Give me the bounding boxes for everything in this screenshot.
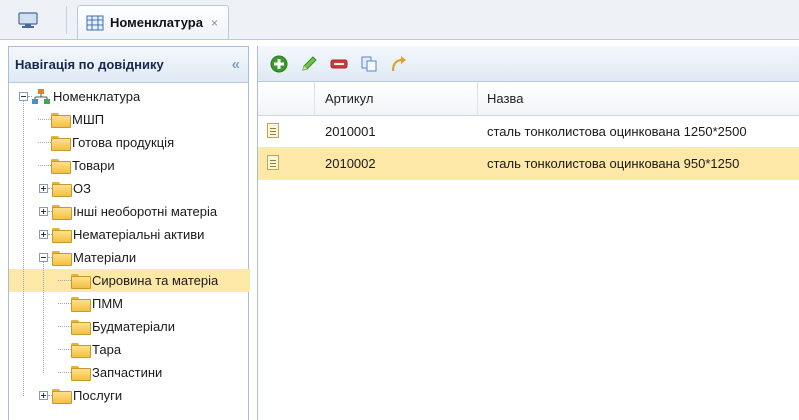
copy-icon (361, 56, 377, 71)
collapse-node-icon[interactable] (39, 253, 48, 262)
tree-item[interactable]: Товари (9, 154, 250, 177)
tree-connector (58, 349, 71, 350)
tree-item-label: Товари (72, 158, 115, 173)
tree-item-label: Послуги (73, 388, 123, 403)
tree-item-label: Номенклатура (53, 89, 141, 104)
tab-bar: Номенклатура × (0, 0, 799, 40)
home-button[interactable] (8, 6, 48, 34)
monitor-icon (18, 11, 38, 28)
expand-icon[interactable] (39, 230, 48, 239)
document-icon (267, 123, 279, 138)
folder-icon (51, 159, 71, 174)
document-icon (267, 155, 279, 170)
main-panel: Артикул Назва 2010001 сталь тонколистова … (257, 46, 799, 420)
tree-connector (38, 142, 51, 143)
tree-item-label: Інші необоротні матеріа (73, 204, 218, 219)
cell-article: 2010001 (325, 124, 376, 139)
folder-icon (71, 320, 91, 335)
tree-item-label: Матеріали (73, 250, 137, 265)
plus-circle-icon (270, 55, 288, 72)
move-button[interactable] (390, 55, 408, 73)
cell-name: сталь тонколистова оцинкована 950*1250 (487, 156, 740, 171)
folder-icon (52, 182, 72, 197)
tree-item[interactable]: ПММ (9, 292, 250, 315)
pencil-icon (302, 55, 317, 71)
tree-item[interactable]: Послуги (9, 384, 250, 407)
navigation-title: Навігація по довіднику (15, 57, 164, 72)
tab-nomenclature[interactable]: Номенклатура × (77, 5, 229, 39)
column-separator (477, 82, 478, 116)
tab-label: Номенклатура (110, 15, 203, 30)
tree-item[interactable]: Сировина та матеріа (9, 269, 250, 292)
expand-icon[interactable] (39, 184, 48, 193)
tree-item-label: Сировина та матеріа (92, 273, 219, 288)
copy-button[interactable] (360, 55, 378, 73)
folder-icon (52, 251, 72, 266)
folder-icon (71, 274, 91, 289)
tree-connector (58, 372, 71, 373)
hierarchy-icon (32, 89, 50, 104)
tree-item-label: Тара (92, 342, 122, 357)
grid-header: Артикул Назва (258, 82, 799, 116)
cell-article: 2010002 (325, 156, 376, 171)
expand-icon[interactable] (39, 207, 48, 216)
folder-icon (71, 366, 91, 381)
tree-item[interactable]: Номенклатура (9, 85, 250, 108)
cell-name: сталь тонколистова оцинкована 1250*2500 (487, 124, 747, 139)
tree-connector (58, 280, 71, 281)
column-header-article[interactable]: Артикул (325, 91, 373, 106)
tree-connector (38, 119, 51, 120)
tree-item-label: ПММ (92, 296, 124, 311)
add-button[interactable] (270, 55, 288, 73)
tree-item-label: Запчастини (92, 365, 163, 380)
folder-icon (71, 297, 91, 312)
column-header-name[interactable]: Назва (487, 91, 523, 106)
navigation-panel: Навігація по довіднику « Номенклатура МШП… (8, 46, 250, 420)
tree-connector (23, 101, 24, 396)
tree-item-label: МШП (72, 112, 105, 127)
expand-icon[interactable] (39, 391, 48, 400)
tree-item[interactable]: Запчастини (9, 361, 250, 384)
tree-item[interactable]: Будматеріали (9, 315, 250, 338)
tree-connector (38, 165, 51, 166)
tree-item-label: Готова продукція (72, 135, 175, 150)
folder-icon (51, 113, 71, 128)
toolbar (258, 46, 799, 82)
tree-item[interactable]: Готова продукція (9, 131, 250, 154)
column-separator (314, 82, 315, 116)
folder-icon (52, 205, 72, 220)
close-icon[interactable]: × (211, 16, 218, 30)
tree-item-label: ОЗ (73, 181, 91, 196)
folder-icon (52, 389, 72, 404)
tree-connector (58, 326, 71, 327)
tree-connector (43, 262, 44, 373)
tree-item[interactable]: Матеріали (9, 246, 250, 269)
catalog-grid-icon (86, 15, 104, 30)
table-row[interactable]: 2010001 сталь тонколистова оцинкована 125… (258, 116, 799, 148)
curved-arrow-icon (391, 55, 406, 71)
navigation-header: Навігація по довіднику « (9, 47, 248, 83)
delete-button[interactable] (330, 55, 348, 73)
tree-item[interactable]: Тара (9, 338, 250, 361)
folder-icon (52, 228, 72, 243)
folder-icon (71, 343, 91, 358)
folder-icon (51, 136, 71, 151)
tab-separator (66, 6, 67, 34)
tree-connector (58, 303, 71, 304)
collapse-icon[interactable]: « (232, 56, 240, 73)
tree-item[interactable]: ОЗ (9, 177, 250, 200)
tree-item[interactable]: МШП (9, 108, 250, 131)
tree-item-label: Будматеріали (92, 319, 176, 334)
minus-icon (330, 59, 348, 68)
edit-button[interactable] (300, 55, 318, 73)
table-row[interactable]: 2010002 сталь тонколистова оцинкована 950… (258, 148, 799, 180)
tree-item[interactable]: Інші необоротні матеріа (9, 200, 250, 223)
collapse-node-icon[interactable] (19, 92, 28, 101)
tree-item[interactable]: Нематеріальні активи (9, 223, 250, 246)
tree-item-label: Нематеріальні активи (73, 227, 205, 242)
